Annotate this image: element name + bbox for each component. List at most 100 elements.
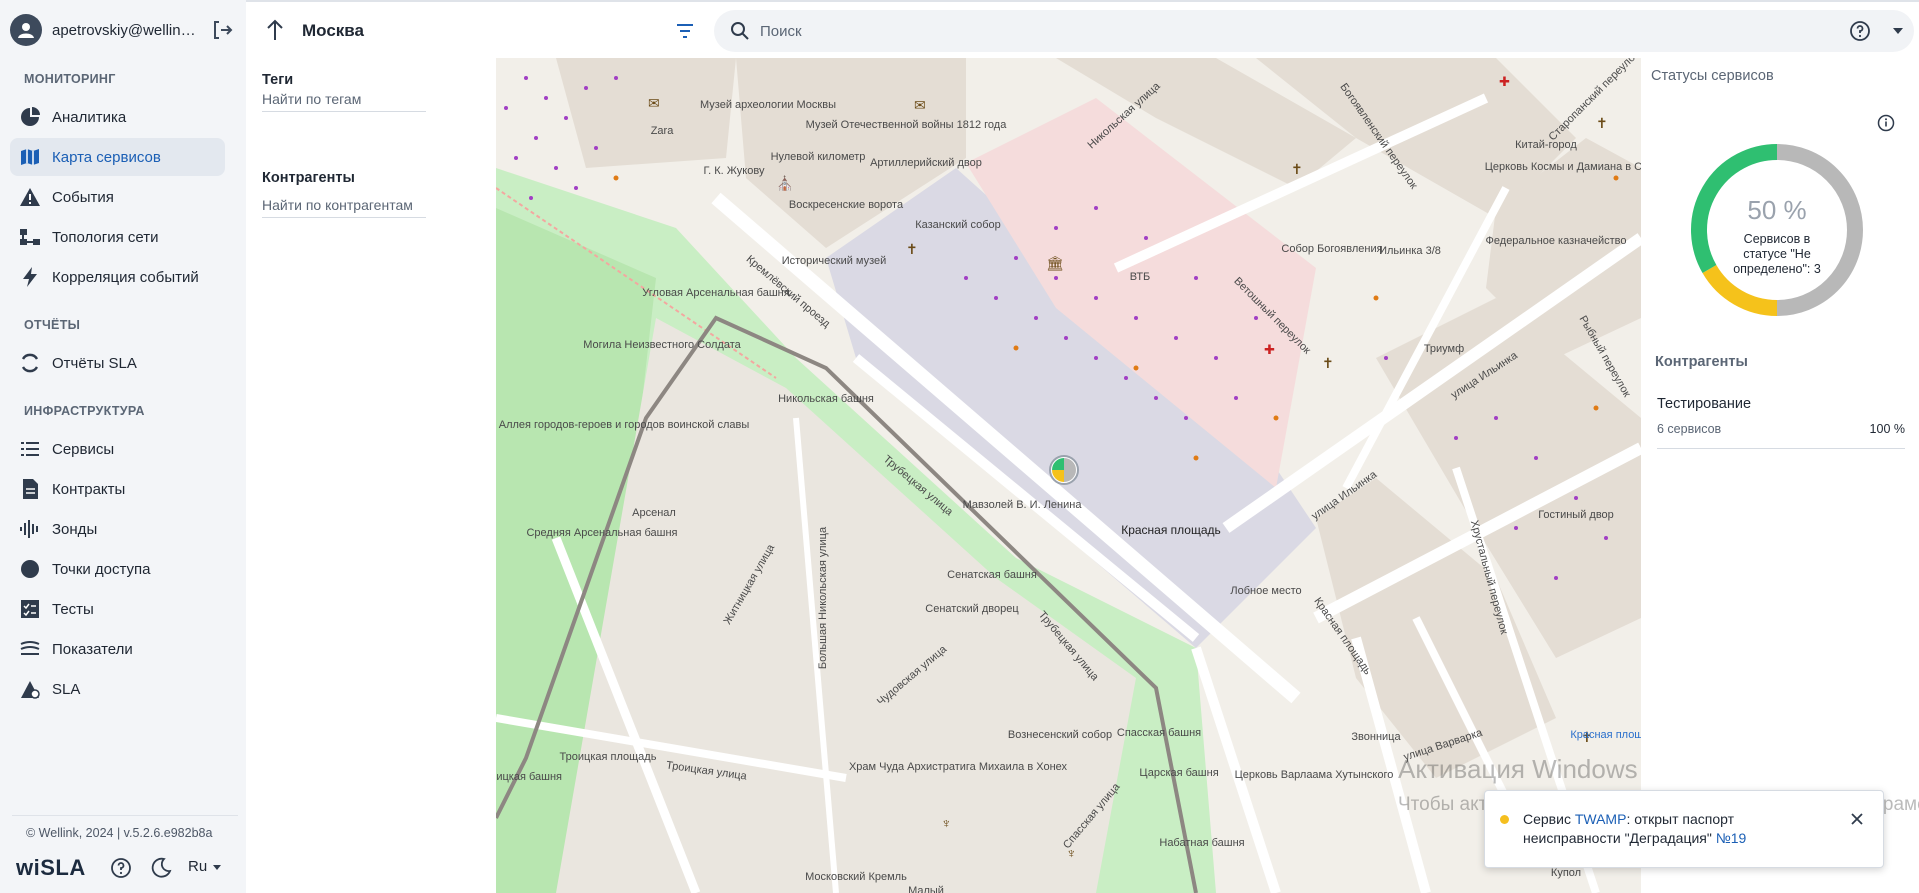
map-label: Троицкая площадь xyxy=(560,751,657,763)
arrow-up-icon[interactable] xyxy=(264,18,286,42)
notification-service-link[interactable]: TWAMP xyxy=(1575,811,1627,827)
svg-text:Музей археологии Москвы: Музей археологии Москвы xyxy=(700,99,836,111)
help-icon[interactable] xyxy=(110,857,132,879)
svg-text:Собор Богоявления: Собор Богоявления xyxy=(1281,243,1382,255)
svg-text:Красная площадь: Красная площадь xyxy=(1570,729,1641,741)
nav-sla[interactable]: SLA xyxy=(10,670,225,708)
refresh-circle-icon xyxy=(18,351,42,375)
nav-sla-reports[interactable]: Отчёты SLA xyxy=(10,344,225,382)
notification-message: Сервис TWAMP: открыт паспорт неисправнос… xyxy=(1523,810,1823,848)
svg-text:ВТБ: ВТБ xyxy=(1130,271,1151,283)
nav-access-points[interactable]: Точки доступа xyxy=(10,550,225,588)
svg-text:🏛: 🏛 xyxy=(1046,255,1064,271)
notification-toast[interactable]: Сервис TWAMP: открыт паспорт неисправнос… xyxy=(1484,790,1884,868)
svg-text:Царская башня: Царская башня xyxy=(1139,767,1218,779)
svg-text:Церковь Космы и Дамиана в Стар: Церковь Космы и Дамиана в Старых Панех xyxy=(1485,161,1641,173)
nav-label: Корреляция событий xyxy=(52,268,199,286)
nav-contracts[interactable]: Контракты xyxy=(10,470,225,508)
svg-text:Храм Чуда Архистратига Михаила: Храм Чуда Архистратига Михаила в Хонех xyxy=(849,761,1068,773)
nav-metrics[interactable]: Показатели xyxy=(10,630,225,668)
nav-events[interactable]: События xyxy=(10,178,225,216)
footer-divider xyxy=(12,815,238,816)
document-icon xyxy=(18,477,42,501)
svg-text:Г. К. Жукову: Г. К. Жукову xyxy=(704,165,765,177)
map-label: Сенатская башня xyxy=(947,569,1037,581)
nav-services[interactable]: Сервисы xyxy=(10,430,225,468)
map-label: Красная площадь xyxy=(1121,523,1221,537)
nav-label: Контракты xyxy=(52,480,126,498)
nav-probes[interactable]: Зонды xyxy=(10,510,225,548)
svg-text:Набатная башня: Набатная башня xyxy=(1159,837,1244,849)
language-select[interactable]: Ru xyxy=(188,858,223,875)
map-label: Лобное место xyxy=(1230,585,1301,597)
map-label: Московский Кремль xyxy=(805,871,907,883)
svg-text:Аллея городов-героев и городов: Аллея городов-героев и городов воинской … xyxy=(499,419,750,431)
nav-label: События xyxy=(52,188,114,206)
nav-service-map[interactable]: Карта сервисов xyxy=(10,138,225,176)
nav-topology[interactable]: Топология сети xyxy=(10,218,225,256)
search-input[interactable] xyxy=(760,22,1760,40)
svg-text:✝: ✝ xyxy=(1322,355,1334,371)
logout-icon[interactable] xyxy=(210,18,234,42)
pie-chart-icon xyxy=(18,105,42,129)
map-label: Музей археологии Москвы xyxy=(700,99,836,111)
tags-search-input[interactable] xyxy=(262,86,426,112)
map-label: Zara xyxy=(651,125,675,137)
nav-label: Отчёты SLA xyxy=(52,354,137,372)
info-icon[interactable] xyxy=(1877,114,1895,132)
moon-icon[interactable] xyxy=(150,857,172,879)
svg-text:Артиллерийский двор: Артиллерийский двор xyxy=(870,157,982,169)
warning-icon xyxy=(18,185,42,209)
svg-text:Zara: Zara xyxy=(651,125,675,137)
map-label: Исторический музей xyxy=(782,255,887,267)
help-icon[interactable] xyxy=(1849,20,1871,42)
checklist-icon xyxy=(18,597,42,621)
svg-text:Гостиный двор: Гостиный двор xyxy=(1538,509,1614,521)
user-profile[interactable]: apetrovskiy@wellin… xyxy=(10,12,238,48)
svg-text:Спасская башня: Спасская башня xyxy=(1117,727,1201,739)
nav-tests[interactable]: Тесты xyxy=(10,590,225,628)
caret-down-icon xyxy=(213,864,222,870)
search-bar[interactable] xyxy=(714,10,1914,52)
nav-correlation[interactable]: Корреляция событий xyxy=(10,258,225,296)
map-label: Китай-город xyxy=(1515,139,1577,151)
map-label: Церковь Варлаама Хутынского xyxy=(1235,769,1394,781)
contractors-title: Контрагенты xyxy=(1655,354,1748,370)
caret-down-icon[interactable] xyxy=(1891,24,1905,38)
svg-text:Церковь Варлаама Хутынского: Церковь Варлаама Хутынского xyxy=(1235,769,1394,781)
svg-text:Троицкая площадь: Троицкая площадь xyxy=(560,751,657,763)
user-icon xyxy=(18,23,34,38)
nav-analytics[interactable]: Аналитика xyxy=(10,98,225,136)
avatar[interactable] xyxy=(10,14,42,46)
section-monitoring: МОНИТОРИНГ xyxy=(24,72,116,86)
svg-text:Исторический музей: Исторический музей xyxy=(782,255,887,267)
nav-label: Карта сервисов xyxy=(52,148,161,166)
filter-icon[interactable] xyxy=(674,20,696,42)
svg-text:Звонница: Звонница xyxy=(1351,731,1401,743)
svg-text:✚: ✚ xyxy=(1264,342,1275,357)
map-label: Мавзолей В. И. Ленина xyxy=(963,499,1083,511)
donut-segment-unknown[interactable] xyxy=(1776,144,1863,316)
contractor-progress-line xyxy=(1657,448,1905,449)
notification-ticket-link[interactable]: №19 xyxy=(1716,830,1747,846)
map-label: Набатная башня xyxy=(1159,837,1244,849)
close-icon[interactable] xyxy=(1849,811,1865,827)
svg-text:Воскресенские ворота: Воскресенские ворота xyxy=(789,199,904,211)
search-icon xyxy=(731,22,749,40)
svg-text:Красная площадь: Красная площадь xyxy=(1121,523,1221,537)
map-label: Г. К. Жукову xyxy=(704,165,765,177)
contractors-search-input[interactable] xyxy=(262,192,426,218)
map-label: Ильинка 3/8 xyxy=(1379,245,1441,257)
status-donut-chart[interactable] xyxy=(1687,140,1867,320)
svg-text:Малый: Малый xyxy=(908,885,944,893)
map-label: Звонница xyxy=(1351,731,1401,743)
map-label: Купол xyxy=(1551,867,1581,879)
contractor-percent: 100 % xyxy=(1869,422,1905,436)
svg-text:Музей Отечественной войны 1812: Музей Отечественной войны 1812 года xyxy=(806,119,1008,131)
sidebar: apetrovskiy@wellin… МОНИТОРИНГ Аналитика… xyxy=(0,0,246,893)
svg-text:Ильинка 3/8: Ильинка 3/8 xyxy=(1379,245,1441,257)
map-label: Храм Чуда Архистратига Михаила в Хонех xyxy=(849,761,1068,773)
contractor-name: Тестирование xyxy=(1657,396,1752,412)
topology-icon xyxy=(18,225,42,249)
donut-description: Сервисов в статусе "Не определено": 3 xyxy=(1733,232,1821,276)
